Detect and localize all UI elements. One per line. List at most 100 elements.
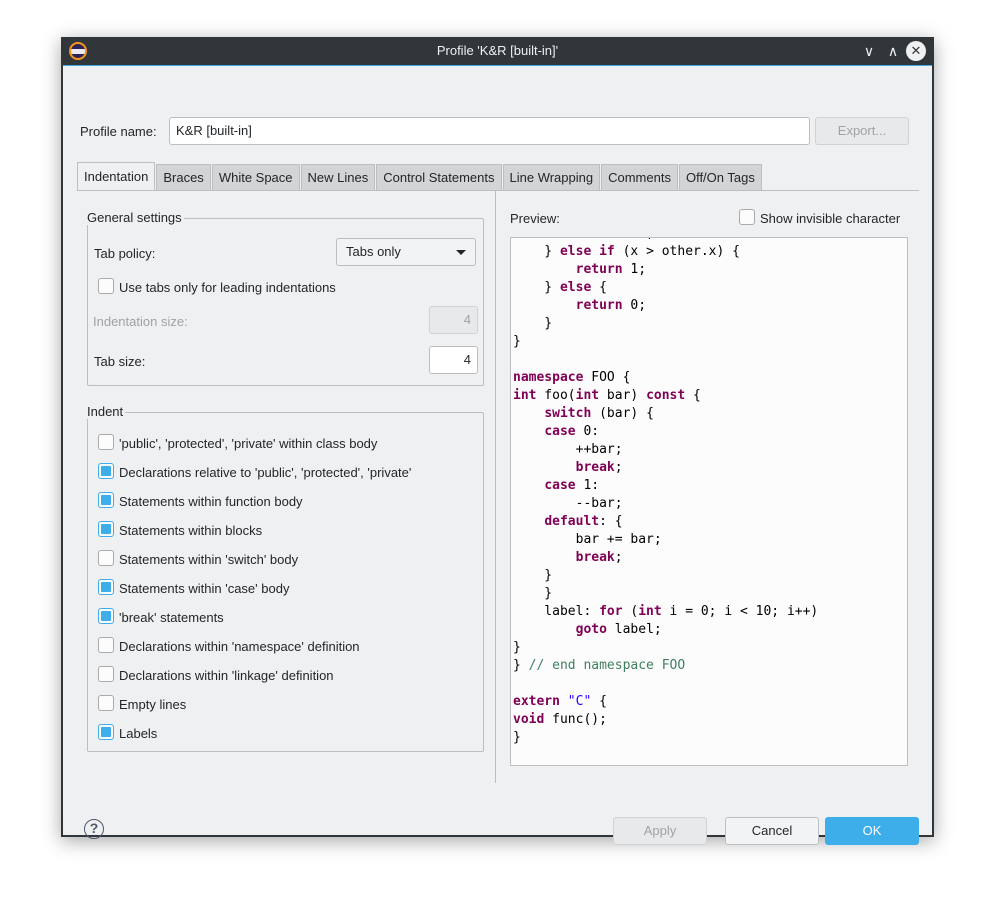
- code-line: --bar;: [513, 495, 818, 513]
- code-line: } // end namespace FOO: [513, 657, 818, 675]
- indent-checkbox[interactable]: [98, 724, 114, 740]
- indent-option-label: Statements within 'switch' body: [119, 552, 299, 567]
- code-line: return 0;: [513, 297, 818, 315]
- indent-checkbox[interactable]: [98, 637, 114, 653]
- dialog-content: Profile name: K&R [built-in] Export... I…: [63, 65, 932, 845]
- code-preview[interactable]: return -1; } else if (x > other.x) { ret…: [510, 237, 908, 766]
- tab-line-wrapping[interactable]: Line Wrapping: [502, 164, 601, 190]
- indent-checkbox[interactable]: [98, 579, 114, 595]
- indentation-size-input[interactable]: 4: [429, 306, 478, 334]
- code-text: }: [513, 316, 553, 331]
- code-keyword: return: [575, 262, 623, 277]
- tab-off-on-tags[interactable]: Off/On Tags: [678, 164, 762, 190]
- general-settings-title: General settings: [87, 210, 184, 225]
- indent-option-label: Statements within function body: [119, 494, 303, 509]
- code-line: switch (bar) {: [513, 405, 818, 423]
- code-comment: // end namespace FOO: [528, 658, 686, 673]
- maximize-button[interactable]: ∧: [883, 41, 903, 61]
- leading-tabs-label: Use tabs only for leading indentations: [119, 280, 336, 295]
- help-icon[interactable]: ?: [84, 819, 104, 839]
- code-text: 1;: [622, 262, 647, 277]
- indent-checkbox[interactable]: [98, 521, 114, 537]
- dropdown-arrow-icon: [456, 250, 466, 255]
- tab-indentation[interactable]: Indentation: [77, 162, 156, 191]
- code-line: }: [513, 585, 818, 603]
- tab-new-lines[interactable]: New Lines: [300, 164, 376, 190]
- cancel-button[interactable]: Cancel: [725, 817, 819, 845]
- window-title: Profile 'K&R [built-in]': [436, 43, 559, 58]
- indent-option-label: Statements within 'case' body: [119, 581, 290, 596]
- tab-size-input[interactable]: 4: [429, 346, 478, 374]
- code-keyword: break: [575, 550, 615, 565]
- code-text: ;: [614, 460, 623, 475]
- code-keyword: namespace: [513, 370, 584, 385]
- leading-tabs-checkbox[interactable]: [98, 278, 114, 294]
- code-text: }: [513, 568, 553, 583]
- indent-checkbox[interactable]: [98, 434, 114, 450]
- code-keyword: else: [559, 280, 592, 295]
- tab-braces[interactable]: Braces: [156, 164, 211, 190]
- title-bar: Profile 'K&R [built-in]' ∨ ∧ ✕: [61, 37, 934, 65]
- show-invisible-label: Show invisible character: [760, 211, 901, 226]
- code-line: extern "C" {: [513, 693, 818, 711]
- code-text: {: [591, 280, 607, 295]
- code-text: }: [513, 244, 560, 259]
- code-text: (bar) {: [591, 406, 654, 421]
- code-keyword: for: [599, 604, 623, 619]
- indent-checkbox[interactable]: [98, 463, 114, 479]
- indent-checkbox[interactable]: [98, 695, 114, 711]
- code-keyword: int: [638, 604, 662, 619]
- code-line: void func();: [513, 711, 818, 729]
- tab-size-label: Tab size:: [94, 354, 146, 369]
- code-text: label;: [606, 622, 662, 637]
- code-line: break;: [513, 549, 818, 567]
- tab-comments[interactable]: Comments: [601, 164, 678, 190]
- tab-policy-select[interactable]: Tabs only: [336, 238, 476, 266]
- indentation-size-label: Indentation size:: [93, 314, 188, 329]
- code-text: (x > other.x) {: [614, 244, 740, 259]
- code-text: label:: [513, 604, 600, 619]
- code-text: }: [513, 334, 521, 349]
- indent-checkbox[interactable]: [98, 550, 114, 566]
- close-button[interactable]: ✕: [906, 41, 926, 61]
- show-invisible-checkbox[interactable]: [739, 209, 755, 225]
- code-text: ;: [614, 550, 623, 565]
- indent-checkbox[interactable]: [98, 608, 114, 624]
- code-text: 0:: [575, 424, 600, 439]
- export-button[interactable]: Export...: [815, 117, 909, 145]
- code-line: bar += bar;: [513, 531, 818, 549]
- code-line: }: [513, 639, 818, 657]
- apply-button[interactable]: Apply: [613, 817, 707, 845]
- code-keyword: case: [544, 478, 576, 493]
- code-keyword: const: [646, 388, 686, 403]
- ok-button[interactable]: OK: [825, 817, 919, 845]
- tab-white-space[interactable]: White Space: [211, 164, 300, 190]
- code-text: i = 0; i < 10; i++): [661, 604, 819, 619]
- profile-name-input[interactable]: K&R [built-in]: [169, 117, 810, 145]
- code-keyword: switch: [544, 406, 592, 421]
- code-line: case 0:: [513, 423, 818, 441]
- indent-option-label: Declarations within 'namespace' definiti…: [119, 639, 360, 654]
- code-text: -1;: [623, 238, 654, 241]
- code-line: default: {: [513, 513, 818, 531]
- code-keyword: goto: [575, 622, 607, 637]
- minimize-button[interactable]: ∨: [859, 41, 879, 61]
- indent-checkbox[interactable]: [98, 492, 114, 508]
- code-keyword: return: [575, 298, 623, 313]
- indent-option-label: Declarations within 'linkage' definition: [119, 668, 334, 683]
- indent-checkbox[interactable]: [98, 666, 114, 682]
- code-text: ++bar;: [513, 442, 623, 457]
- code-line: }: [513, 567, 818, 585]
- dialog-window: Profile 'K&R [built-in]' ∨ ∧ ✕ Profile n…: [61, 37, 934, 845]
- code-line: }: [513, 729, 818, 747]
- code-text: }: [513, 640, 521, 655]
- tab-control-statements[interactable]: Control Statements: [376, 164, 502, 190]
